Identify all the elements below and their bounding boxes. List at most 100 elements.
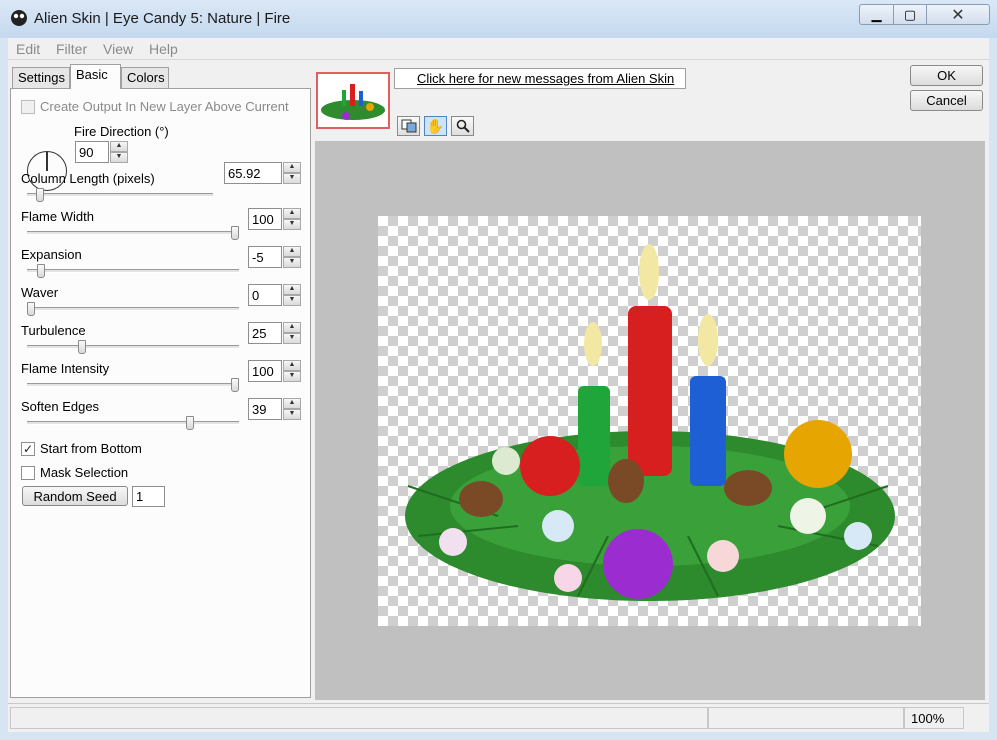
close-button[interactable]: ✕ <box>926 4 990 25</box>
flame-width-slider-thumb[interactable] <box>231 226 239 240</box>
spin-up-icon[interactable]: ▲ <box>283 208 301 219</box>
spin-up-icon[interactable]: ▲ <box>283 246 301 257</box>
flame-width-spinner[interactable]: 100 ▲ ▼ <box>248 208 301 230</box>
expansion-label: Expansion <box>21 247 82 262</box>
ok-button[interactable]: OK <box>910 65 983 86</box>
fire-direction-spinner[interactable]: 90 ▲ ▼ <box>75 141 128 163</box>
spin-up-icon[interactable]: ▲ <box>283 162 301 173</box>
cancel-button[interactable]: Cancel <box>910 90 983 111</box>
column-length-slider-thumb[interactable] <box>35 188 44 202</box>
hand-tool-button[interactable]: ✋ <box>424 116 447 136</box>
waver-spinner[interactable]: 0 ▲ ▼ <box>248 284 301 306</box>
preview-thumbnail[interactable] <box>316 72 390 129</box>
soften-edges-slider-track[interactable] <box>27 421 239 425</box>
random-seed-field[interactable]: 1 <box>132 486 165 507</box>
turbulence-slider-thumb[interactable] <box>78 340 86 354</box>
start-from-bottom-label: Start from Bottom <box>40 441 142 456</box>
spin-up-icon[interactable]: ▲ <box>110 141 128 152</box>
spin-down-icon[interactable]: ▼ <box>283 409 301 420</box>
maximize-icon: ▢ <box>903 6 917 22</box>
column-length-spinner[interactable]: 65.92 ▲ ▼ <box>224 162 301 184</box>
spin-down-icon[interactable]: ▼ <box>110 152 128 163</box>
soften-edges-spinner[interactable]: 39 ▲ ▼ <box>248 398 301 420</box>
soften-edges-slider-thumb[interactable] <box>186 416 195 430</box>
preview-toggle-icon <box>401 119 416 133</box>
spin-up-icon[interactable]: ▲ <box>283 398 301 409</box>
spin-down-icon[interactable]: ▼ <box>283 257 301 268</box>
flame-intensity-label: Flame Intensity <box>21 361 110 376</box>
title-bar: Alien Skin | Eye Candy 5: Nature | Fire … <box>0 0 997 38</box>
flame-intensity-slider-track[interactable] <box>27 383 239 387</box>
maximize-button[interactable]: ▢ <box>893 4 927 25</box>
create-output-checkbox[interactable] <box>21 100 35 114</box>
column-length-field[interactable]: 65.92 <box>224 162 282 184</box>
fire-direction-label: Fire Direction (°) <box>74 124 169 139</box>
status-bar: 100% <box>8 703 989 730</box>
turbulence-slider-track[interactable] <box>27 345 239 349</box>
preview-canvas[interactable] <box>378 216 921 626</box>
flame-intensity-field[interactable]: 100 <box>248 360 282 382</box>
dialog-client: Settings Basic Colors Create Output In N… <box>8 60 989 732</box>
column-length-label: Column Length (pixels) <box>21 171 155 186</box>
menu-help[interactable]: Help <box>149 41 178 57</box>
spin-up-icon[interactable]: ▲ <box>283 284 301 295</box>
window-title: Alien Skin | Eye Candy 5: Nature | Fire <box>34 10 291 27</box>
fire-direction-field[interactable]: 90 <box>75 141 109 163</box>
thumbnail-image <box>321 84 385 120</box>
menu-view[interactable]: View <box>103 41 133 57</box>
menu-filter[interactable]: Filter <box>56 41 87 57</box>
status-pane-2 <box>708 707 904 729</box>
turbulence-field[interactable]: 25 <box>248 322 282 344</box>
random-seed-button[interactable]: Random Seed <box>22 486 128 506</box>
dial-needle <box>46 152 48 171</box>
minimize-icon: ▁ <box>871 6 882 22</box>
spin-down-icon[interactable]: ▼ <box>283 371 301 382</box>
basic-settings-panel: Create Output In New Layer Above Current… <box>10 88 311 698</box>
soften-edges-label: Soften Edges <box>21 399 100 414</box>
spin-down-icon[interactable]: ▼ <box>283 219 301 230</box>
status-message-pane <box>10 707 708 729</box>
soften-edges-field[interactable]: 39 <box>248 398 282 420</box>
zoom-tool-button[interactable] <box>451 116 474 136</box>
tab-basic[interactable]: Basic <box>70 64 121 89</box>
spin-down-icon[interactable]: ▼ <box>283 295 301 306</box>
expansion-spinner[interactable]: -5 ▲ ▼ <box>248 246 301 268</box>
spin-up-icon[interactable]: ▲ <box>283 360 301 371</box>
menu-edit[interactable]: Edit <box>16 41 40 57</box>
turbulence-label: Turbulence <box>21 323 86 338</box>
flame-width-label: Flame Width <box>21 209 94 224</box>
create-output-label: Create Output In New Layer Above Current <box>40 99 289 114</box>
alien-skin-messages-link[interactable]: Click here for new messages from Alien S… <box>394 68 686 89</box>
flame-width-slider-track[interactable] <box>27 231 239 235</box>
mask-selection-label: Mask Selection <box>40 465 129 480</box>
tab-colors[interactable]: Colors <box>121 67 169 88</box>
expansion-field[interactable]: -5 <box>248 246 282 268</box>
flame-intensity-spinner[interactable]: 100 ▲ ▼ <box>248 360 301 382</box>
flame-width-field[interactable]: 100 <box>248 208 282 230</box>
waver-slider-track[interactable] <box>27 307 239 311</box>
waver-label: Waver <box>21 285 59 300</box>
zoom-level: 100% <box>904 707 964 729</box>
spin-down-icon[interactable]: ▼ <box>283 173 301 184</box>
mask-selection-checkbox[interactable] <box>21 466 35 480</box>
alien-skin-app-icon <box>11 10 27 26</box>
expansion-slider-thumb[interactable] <box>37 264 46 278</box>
preview-area[interactable] <box>315 141 985 700</box>
minimize-button[interactable]: ▁ <box>859 4 894 25</box>
hand-icon: ✋ <box>426 117 445 134</box>
expansion-slider-track[interactable] <box>27 269 239 273</box>
candle-arrangement-image <box>405 244 895 601</box>
preview-toggle-button[interactable] <box>397 116 420 136</box>
start-from-bottom-checkbox[interactable]: ✓ <box>21 442 35 456</box>
spin-up-icon[interactable]: ▲ <box>283 322 301 333</box>
turbulence-spinner[interactable]: 25 ▲ ▼ <box>248 322 301 344</box>
column-length-slider-track[interactable] <box>27 193 213 197</box>
menu-bar: Edit Filter View Help <box>8 38 989 60</box>
close-icon: ✕ <box>951 6 965 24</box>
waver-slider-thumb[interactable] <box>27 302 35 316</box>
zoom-icon <box>456 119 470 133</box>
spin-down-icon[interactable]: ▼ <box>283 333 301 344</box>
waver-field[interactable]: 0 <box>248 284 282 306</box>
flame-intensity-slider-thumb[interactable] <box>231 378 239 392</box>
tab-settings[interactable]: Settings <box>12 67 70 88</box>
